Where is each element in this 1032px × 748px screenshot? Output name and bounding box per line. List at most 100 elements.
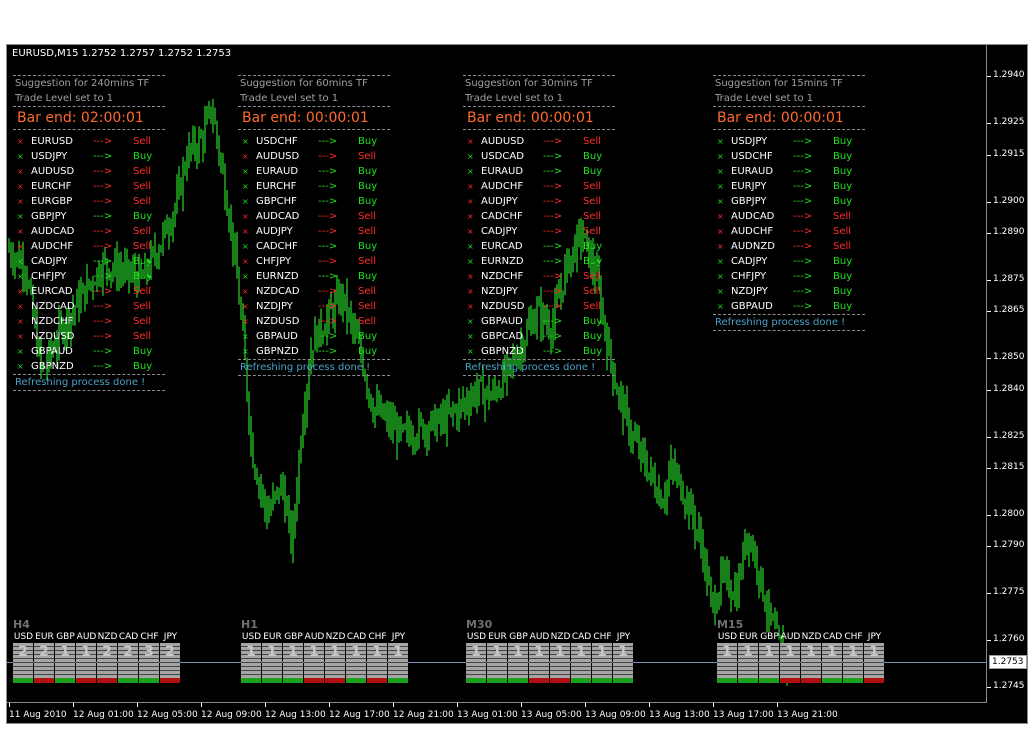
currency-label: GBP [760,632,779,642]
signal-mark-icon: × [242,272,249,281]
strength-value: 1 [393,644,403,660]
signal-direction: Buy [833,166,853,177]
signal-mark-icon: × [467,257,474,266]
currency-label: JPY [391,632,406,642]
candle-body [198,136,200,154]
candle-body [178,181,180,192]
signal-row: × NZDCAD ---> Sell [238,284,390,299]
strength-value: 1 [827,644,837,660]
signal-row: × CADJPY ---> Buy [13,254,165,269]
strength-bar [717,678,737,683]
signal-direction: Buy [358,241,378,252]
signal-direction: Buy [583,316,603,327]
signal-direction: Sell [133,331,152,342]
signal-arrow: ---> [93,316,113,327]
candle-body [754,552,756,556]
strength-value: 1 [330,644,340,660]
candle-body [718,594,720,605]
strength-value: 1 [288,644,298,660]
pair-name: EURCHF [256,181,297,192]
panel-title: Suggestion for 240mins TF [15,78,150,89]
candle-body [654,478,656,493]
strength-bar [346,678,366,683]
meter-timeframe: H4 [13,618,30,631]
candle-body [224,172,226,202]
price-tick [987,233,991,234]
strength-value: 1 [869,644,879,660]
signal-mark-icon: × [467,287,474,296]
candle-body [708,583,710,585]
candle-body [758,571,760,582]
signal-arrow: ---> [93,166,113,177]
signal-mark-icon: × [17,197,24,206]
candle-body [768,603,770,615]
chart-plot-area[interactable]: EURUSD,M15 1.2752 1.2757 1.2752 1.2753 S… [7,45,987,703]
strength-value: 1 [764,644,774,660]
currency-label: NZD [801,632,822,642]
signal-arrow: ---> [93,226,113,237]
strength-cell: 1 [388,643,408,683]
time-axis[interactable]: 11 Aug 2010 12 Aug 01:00 12 Aug 05:00 12 Au… [7,703,987,723]
pair-name: EURNZD [481,256,524,267]
candle-body [630,436,632,440]
candle-body [272,495,274,507]
signal-mark-icon: × [467,152,474,161]
meter-timeframe: H1 [241,618,258,631]
price-axis[interactable]: 1.2940 1.2925 1.2915 1.2900 1.2890 1.2875 1.28… [987,45,1027,723]
signal-row: × EURCHF ---> Buy [238,179,390,194]
time-tick [521,703,522,707]
signal-mark-icon: × [17,182,24,191]
price-tick [987,546,991,548]
signal-arrow: ---> [793,241,813,252]
strength-value: 1 [351,644,361,660]
signal-arrow: ---> [318,331,338,342]
signal-mark-icon: × [17,347,24,356]
signal-arrow: ---> [318,271,338,282]
signal-row: × NZDUSD ---> Sell [238,314,390,329]
candle-body [646,467,648,478]
candle-body [176,191,178,207]
currency-label: AUD [780,632,801,642]
candle-body [184,167,186,170]
strength-bar [367,678,387,683]
strength-value: 1 [81,644,91,660]
price-tick-label: 1.2760 [993,634,1025,645]
candle-body [234,248,236,251]
pair-name: AUDNZD [731,241,775,252]
panel-title: Suggestion for 60mins TF [240,78,368,89]
signal-mark-icon: × [17,302,24,311]
signal-mark-icon: × [717,152,724,161]
signal-row: × USDJPY ---> Buy [713,134,865,149]
candle-body [216,123,218,140]
candle-body [166,221,168,234]
signal-mark-icon: × [717,242,724,251]
strength-value: 1 [309,644,319,660]
candle-body [494,387,496,391]
chart-window[interactable]: EURUSD,M15 1.2752 1.2757 1.2752 1.2753 S… [6,44,1028,724]
candle-body [616,386,618,395]
current-price-label: 1.2753 [989,655,1027,670]
signal-row: × USDCHF ---> Buy [238,134,390,149]
candle-body [466,400,468,406]
signal-arrow: ---> [93,256,113,267]
signal-mark-icon: × [242,197,249,206]
candle-body [658,492,660,501]
candle-body [438,411,440,421]
candle-body [182,167,184,194]
signal-mark-icon: × [242,182,249,191]
candle-body [672,462,674,467]
strength-bar [550,678,570,683]
signal-row: × NZDJPY ---> Sell [238,299,390,314]
candle-body [450,407,452,412]
time-tick [585,703,586,707]
candle-body [420,418,422,422]
signal-mark-icon: × [242,152,249,161]
signal-row: × GBPCHF ---> Buy [238,194,390,209]
signal-arrow: ---> [543,256,563,267]
meter-header: USD EUR GBP AUD NZD CAD CHF JPY [241,632,409,642]
signal-row: × EURAUD ---> Buy [238,164,390,179]
meter-header: USD EUR GBP AUD NZD CAD CHF JPY [466,632,634,642]
pair-name: EURAUD [731,166,774,177]
candle-body [730,592,732,597]
signal-mark-icon: × [242,302,249,311]
